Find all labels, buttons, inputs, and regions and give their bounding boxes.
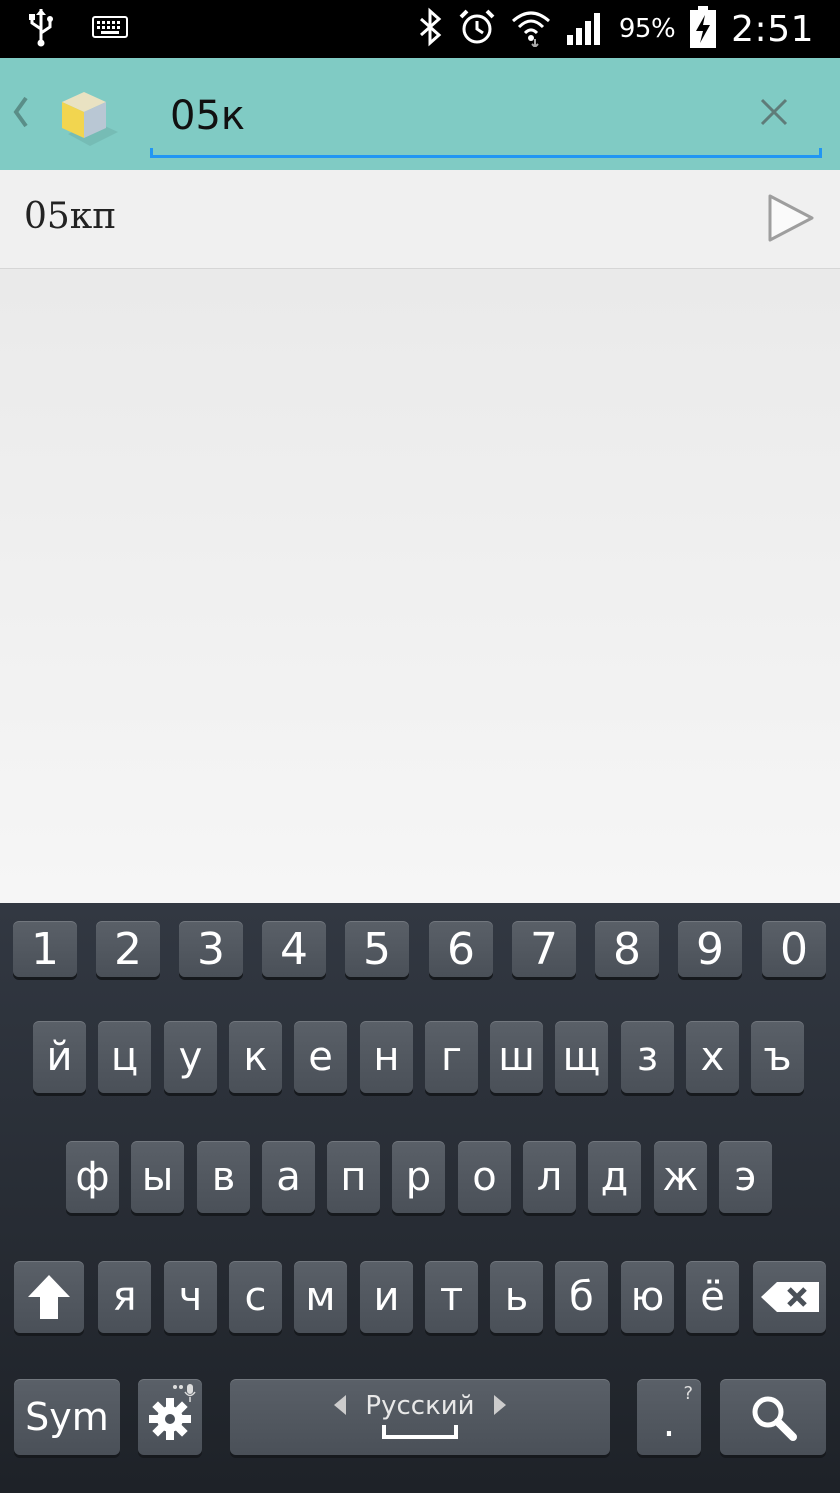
key-letter[interactable]: з <box>621 1021 674 1093</box>
key-letter[interactable]: с <box>229 1261 282 1333</box>
key-3[interactable]: 3 <box>179 921 243 977</box>
key-letter[interactable]: у <box>164 1021 217 1093</box>
key-letter[interactable]: р <box>392 1141 445 1213</box>
key-letter[interactable]: к <box>229 1021 282 1093</box>
language-next-icon <box>494 1395 506 1415</box>
key-letter[interactable]: и <box>360 1261 413 1333</box>
key-4[interactable]: 4 <box>262 921 326 977</box>
key-letter[interactable]: й <box>33 1021 86 1093</box>
backspace-icon <box>759 1280 821 1314</box>
key-letter[interactable]: э <box>719 1141 772 1213</box>
key-letter[interactable]: о <box>458 1141 511 1213</box>
sym-key[interactable]: Sym <box>14 1379 120 1455</box>
shift-arrow-icon <box>26 1273 72 1321</box>
usb-icon <box>28 7 54 51</box>
signal-icon <box>565 9 605 49</box>
mic-icon <box>172 1383 196 1403</box>
key-letter[interactable]: п <box>327 1141 380 1213</box>
status-time: 2:51 <box>731 8 814 50</box>
back-icon[interactable] <box>6 94 34 134</box>
status-bar: 95% 2:51 <box>0 0 840 58</box>
keyboard: 1 2 3 4 5 6 7 8 9 0 й ц у к е н г ш щ з … <box>0 903 840 1493</box>
key-letter[interactable]: а <box>262 1141 315 1213</box>
key-5[interactable]: 5 <box>345 921 409 977</box>
key-letter[interactable]: д <box>588 1141 641 1213</box>
key-letter[interactable]: н <box>360 1021 413 1093</box>
key-7[interactable]: 7 <box>512 921 576 977</box>
period-label: . <box>662 1400 676 1446</box>
key-letter[interactable]: е <box>294 1021 347 1093</box>
key-letter[interactable]: ё <box>686 1261 739 1333</box>
period-key[interactable]: ? . <box>637 1379 701 1455</box>
search-icon <box>749 1393 797 1441</box>
key-1[interactable]: 1 <box>13 921 77 977</box>
key-letter[interactable]: щ <box>555 1021 608 1093</box>
alarm-icon <box>457 7 497 51</box>
key-letter[interactable]: в <box>197 1141 250 1213</box>
key-letter[interactable]: л <box>523 1141 576 1213</box>
key-letter[interactable]: ч <box>164 1261 217 1333</box>
shift-key[interactable] <box>14 1261 84 1333</box>
key-letter[interactable]: ь <box>490 1261 543 1333</box>
key-9[interactable]: 9 <box>678 921 742 977</box>
search-key[interactable] <box>720 1379 826 1455</box>
search-input[interactable] <box>170 90 730 142</box>
search-field[interactable] <box>150 80 822 158</box>
clear-icon[interactable] <box>756 94 792 130</box>
key-letter[interactable]: я <box>98 1261 151 1333</box>
space-language-label: Русский <box>365 1391 475 1421</box>
key-letter[interactable]: ц <box>98 1021 151 1093</box>
settings-key[interactable] <box>138 1379 202 1455</box>
list-item-label: 05кп <box>24 196 117 237</box>
key-0[interactable]: 0 <box>762 921 826 977</box>
backspace-key[interactable] <box>753 1261 826 1333</box>
results-list: 05кп <box>0 170 840 903</box>
key-6[interactable]: 6 <box>429 921 493 977</box>
key-2[interactable]: 2 <box>96 921 160 977</box>
key-letter[interactable]: ж <box>654 1141 707 1213</box>
key-letter[interactable]: ш <box>490 1021 543 1093</box>
key-letter[interactable]: х <box>686 1021 739 1093</box>
key-letter[interactable]: ф <box>66 1141 119 1213</box>
app-bar <box>0 58 840 170</box>
key-letter[interactable]: ы <box>131 1141 184 1213</box>
key-letter[interactable]: ъ <box>751 1021 804 1093</box>
period-hint: ? <box>683 1383 693 1404</box>
list-item[interactable]: 05кп <box>0 170 840 269</box>
space-key[interactable]: Русский <box>230 1379 610 1455</box>
play-arrow-icon[interactable] <box>764 192 816 244</box>
key-letter[interactable]: т <box>425 1261 478 1333</box>
key-letter[interactable]: б <box>555 1261 608 1333</box>
key-letter[interactable]: г <box>425 1021 478 1093</box>
bluetooth-icon <box>417 7 443 51</box>
battery-percent: 95% <box>618 14 676 44</box>
key-letter[interactable]: ю <box>621 1261 674 1333</box>
key-8[interactable]: 8 <box>595 921 659 977</box>
key-letter[interactable]: м <box>294 1261 347 1333</box>
battery-charging-icon <box>689 5 717 53</box>
space-bar-icon <box>382 1425 458 1439</box>
keyboard-icon <box>92 16 128 42</box>
search-underline <box>150 148 822 158</box>
app-cube-icon[interactable] <box>56 88 120 152</box>
wifi-icon <box>511 7 551 51</box>
